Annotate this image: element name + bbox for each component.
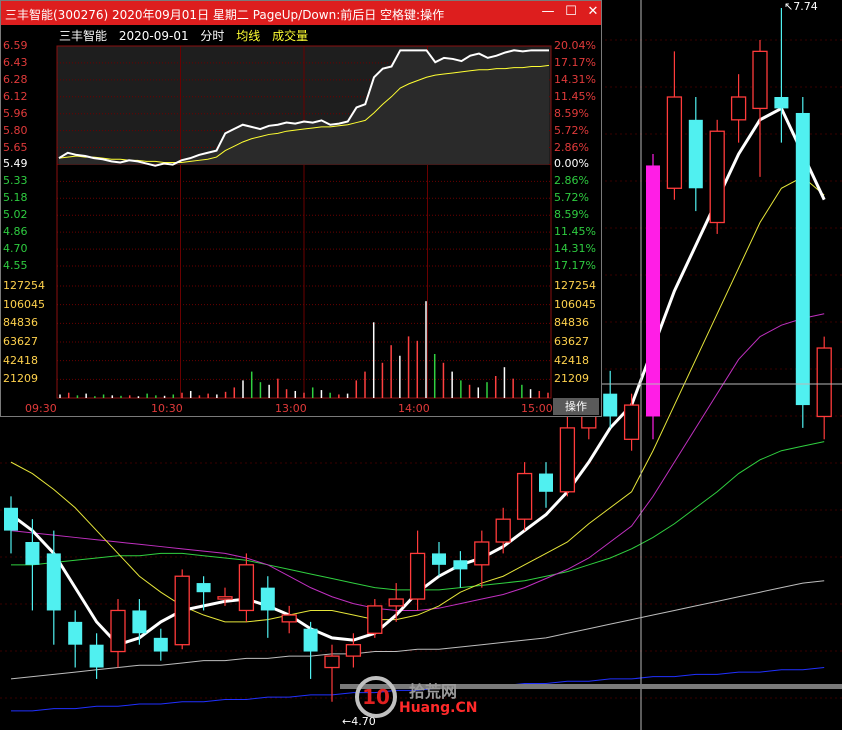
price-axis-label: 5.65 (3, 140, 28, 154)
price-axis-label: 5.18 (3, 191, 28, 205)
percent-axis-label: 2.86% (554, 140, 589, 154)
watermark-logo: 10 (355, 676, 397, 718)
volume-axis-label-left: 106045 (3, 297, 45, 311)
percent-axis-label: 5.72% (554, 123, 589, 137)
percent-axis-label: 8.59% (554, 106, 589, 120)
percent-axis-label: 5.72% (554, 191, 589, 205)
time-axis-label: 14:00 (398, 402, 430, 415)
watermark: 10 拾荒网 Huang.CN (355, 676, 495, 722)
candle-body-up (516, 472, 533, 520)
candle-body-down (4, 507, 18, 531)
kline-high-marker: ↖7.74 (784, 0, 818, 13)
price-axis-label: 6.43 (3, 55, 28, 69)
candle-body-up (174, 575, 190, 646)
candle-body-down (25, 542, 40, 565)
candle-body-down (603, 393, 618, 417)
percent-axis-label: 17.17% (554, 55, 596, 69)
volume-axis-label-right: 42418 (554, 353, 589, 367)
operate-button[interactable]: 操作 (553, 398, 599, 415)
candle-body-down (774, 97, 789, 109)
volume-axis-label-right: 84836 (554, 316, 589, 330)
candle-body-up (559, 427, 576, 493)
watermark-domain: Huang.CN (399, 700, 478, 716)
candle-body-down (795, 112, 810, 406)
candle-body-up (409, 552, 426, 600)
percent-axis-label: 2.86% (554, 174, 589, 188)
price-axis-label: 5.80 (3, 123, 28, 137)
volume-axis-label-right: 127254 (554, 279, 596, 292)
volume-axis-label-right: 63627 (554, 335, 589, 348)
volume-axis-label-right: 106045 (554, 297, 596, 311)
candle-body-down (453, 560, 468, 570)
candle-body-up (474, 541, 490, 566)
candle-body-up (345, 644, 362, 657)
price-axis-label: 4.70 (3, 242, 28, 256)
candle-body-down (303, 628, 318, 652)
price-axis-label: 4.55 (3, 259, 28, 272)
candle-body-limit-up (646, 165, 660, 417)
percent-axis-label: 11.45% (554, 89, 596, 103)
candle-body-up (217, 596, 233, 600)
percent-axis-label: 14.31% (554, 72, 596, 86)
candle-body-up (709, 130, 725, 224)
volume-axis-label-left: 42418 (3, 353, 38, 367)
candle-body-down (260, 587, 275, 611)
time-axis-label: 15:00 (521, 402, 553, 415)
price-axis-label: 5.02 (3, 208, 28, 222)
candle-body-down (132, 610, 147, 634)
candle-body-up (816, 347, 832, 418)
percent-axis-label: 14.31% (554, 242, 596, 256)
volume-axis-label-left: 63627 (3, 335, 38, 348)
candle-body-up (367, 605, 383, 634)
price-axis-label: 6.59 (3, 39, 28, 52)
candle-body-up (281, 614, 297, 623)
price-axis-label: 6.28 (3, 72, 28, 86)
volume-axis-label-right: 21209 (554, 372, 589, 386)
time-axis-label: 10:30 (151, 402, 183, 415)
time-axis-label: 13:00 (275, 402, 307, 415)
intraday-chart[interactable] (1, 1, 601, 416)
watermark-site: 拾荒网 (409, 682, 458, 701)
candle-body-up (730, 96, 747, 121)
candle-body-down (153, 637, 168, 652)
price-axis-label: 6.12 (3, 89, 28, 103)
volume-axis-label-left: 127254 (3, 279, 45, 292)
percent-axis-label: 0.00% (554, 157, 589, 171)
price-axis-label: 5.33 (3, 174, 28, 188)
candle-body-down (89, 644, 104, 668)
candle-body-up (623, 404, 640, 440)
candle-body-up (666, 96, 683, 189)
percent-axis-label: 20.04% (554, 39, 596, 52)
time-axis-label: 09:30 (25, 402, 57, 415)
candle-body-down (539, 473, 553, 492)
candle-body-down (196, 583, 211, 593)
volume-axis-label-left: 84836 (3, 316, 38, 330)
percent-axis-label: 8.59% (554, 208, 589, 222)
percent-axis-label: 11.45% (554, 225, 596, 239)
candle-body-down (68, 621, 83, 645)
percent-axis-label: 17.17% (554, 259, 596, 272)
candle-body-up (110, 609, 126, 653)
candle-body-up (324, 655, 340, 669)
candle-body-down (432, 553, 446, 565)
candle-body-up (388, 598, 404, 607)
volume-axis-label-left: 21209 (3, 372, 38, 386)
price-axis-label: 5.96 (3, 106, 28, 120)
candle-body-down (46, 553, 61, 611)
price-axis-label: 4.86 (3, 225, 28, 239)
candle-body-up (752, 50, 768, 110)
candle-body-up (495, 518, 511, 543)
price-axis-label: 5.49 (3, 157, 28, 171)
candle-body-down (688, 119, 703, 189)
intraday-popup-window[interactable]: 三丰智能(300276) 2020年09月01日 星期二 PageUp/Down… (0, 0, 602, 417)
candle-body-up (238, 564, 255, 612)
